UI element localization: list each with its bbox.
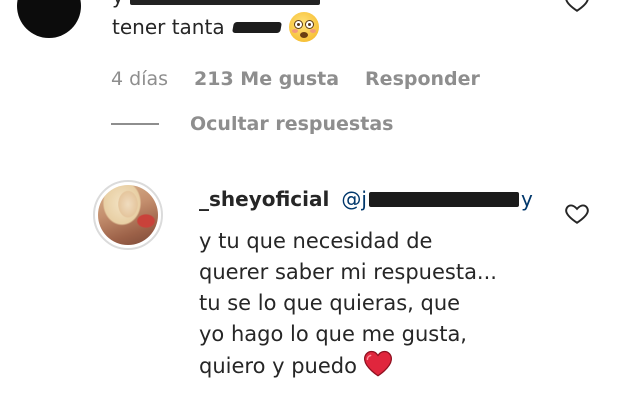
divider-line xyxy=(111,123,159,125)
commenter-avatar[interactable] xyxy=(17,0,81,38)
likes-count-button[interactable]: 213 Me gusta xyxy=(194,68,339,90)
hide-replies-row: Ocultar respuestas xyxy=(111,113,393,135)
like-heart-icon[interactable] xyxy=(564,200,590,226)
reply-line: y tu que necesidad de xyxy=(199,229,433,253)
reply-header: _sheyoficial @j y xyxy=(199,187,533,211)
hide-replies-button[interactable]: Ocultar respuestas xyxy=(190,113,393,135)
reply-line: querer saber mi respuesta... xyxy=(199,260,497,284)
reply-text: y tu que necesidad de querer saber mi re… xyxy=(199,226,497,382)
reply-last-line: quiero y puedo xyxy=(199,350,497,382)
reply-line: tu se lo que quieras, que xyxy=(199,291,461,315)
comment-text-label: tener tanta xyxy=(112,15,225,39)
comment-partial-text: y xyxy=(112,0,124,8)
comment-text: tener tanta xyxy=(112,12,319,42)
reply-line: quiero y puedo xyxy=(199,354,357,378)
comment-meta: 4 días 213 Me gusta Responder xyxy=(111,68,480,90)
mention-suffix: y xyxy=(520,187,533,211)
username-link[interactable]: _sheyoficial xyxy=(199,187,329,211)
comment-partial-line: y xyxy=(112,0,321,8)
redaction-mark xyxy=(368,191,519,207)
profile-photo xyxy=(98,185,158,245)
comment-thread: y tener tanta 4 días 213 Me gusta Respon… xyxy=(0,0,620,420)
like-heart-icon[interactable] xyxy=(564,0,590,14)
reply-line: yo hago lo que me gusta, xyxy=(199,322,467,346)
mention-prefix: @j xyxy=(341,187,367,211)
redaction-scribble xyxy=(231,21,282,33)
mention-link[interactable]: @j y xyxy=(341,187,532,211)
flushed-face-emoji-icon xyxy=(288,12,319,42)
redaction-mark xyxy=(130,0,321,5)
reply-button[interactable]: Responder xyxy=(365,68,480,90)
comment-time[interactable]: 4 días xyxy=(111,68,168,90)
reply-avatar[interactable] xyxy=(93,180,163,250)
red-heart-emoji-icon xyxy=(363,350,392,377)
